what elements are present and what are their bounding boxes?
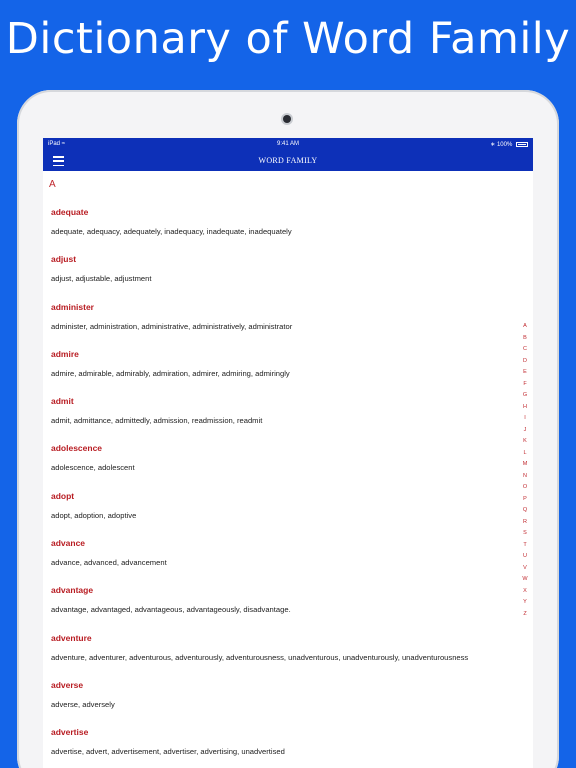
entry-word: adventure — [51, 632, 92, 643]
index-letter-f[interactable]: F — [521, 381, 529, 393]
list-item[interactable]: adopt adopt, adoption, adoptive — [51, 492, 521, 539]
entry-word-forms: adolescence, adolescent — [51, 463, 135, 473]
entry-word: adolescence — [51, 443, 103, 454]
entry-word-forms: adjust, adjustable, adjustment — [51, 274, 152, 284]
entry-word-forms: adequate, adequacy, adequately, inadequa… — [51, 227, 292, 236]
entry-word: administer — [51, 301, 94, 312]
list-item[interactable]: advantage advantage, advantaged, advantag… — [51, 586, 521, 633]
index-letter-w[interactable]: W — [521, 576, 529, 588]
promo-title: Dictionary of Word Family — [5, 14, 571, 64]
list-item[interactable]: advance advance, advanced, advancement — [51, 539, 521, 586]
entry-word: advertise — [51, 727, 89, 738]
status-time: 9:41 AM — [276, 141, 299, 147]
index-letter-b[interactable]: B — [521, 335, 529, 347]
index-letter-v[interactable]: V — [521, 565, 529, 577]
index-letter-n[interactable]: N — [521, 473, 529, 485]
entry-word: adverse — [51, 679, 84, 690]
index-letter-r[interactable]: R — [521, 519, 529, 531]
index-letter-a[interactable]: A — [521, 323, 529, 335]
index-letter-c[interactable]: C — [521, 346, 529, 358]
index-letter-i[interactable]: I — [521, 415, 529, 427]
entry-word: advantage — [51, 585, 94, 596]
index-letter-e[interactable]: E — [521, 369, 529, 381]
index-letter-x[interactable]: X — [521, 588, 529, 600]
index-letter-d[interactable]: D — [521, 358, 529, 370]
entry-word: admire — [51, 348, 79, 359]
list-item[interactable]: adolescence adolescence, adolescent — [51, 444, 521, 491]
list-item[interactable]: adjust adjust, adjustable, adjustment — [51, 255, 521, 302]
nav-bar: WORD FAMILY — [43, 151, 533, 171]
entry-word-forms: advertise, advert, advertisement, advert… — [51, 747, 285, 757]
index-letter-h[interactable]: H — [521, 404, 529, 416]
battery-icon — [516, 142, 528, 147]
status-right: ∗ 100% — [490, 141, 528, 148]
entry-word-forms: adopt, adoption, adoptive — [51, 510, 137, 520]
index-letter-k[interactable]: K — [521, 438, 529, 450]
index-letter-t[interactable]: T — [521, 542, 529, 554]
entry-word-forms: administer, administration, administrati… — [51, 321, 293, 331]
index-letter-s[interactable]: S — [521, 530, 529, 542]
list-item[interactable]: adequate adequate, adequacy, adequately, … — [51, 208, 521, 255]
index-letter-m[interactable]: M — [521, 461, 529, 473]
list-item[interactable]: adverse adverse, adversely — [51, 681, 521, 728]
bluetooth-icon: ∗ — [490, 142, 496, 148]
index-letter-j[interactable]: J — [521, 427, 529, 439]
list-item[interactable]: advertise advertise, advert, advertisemen… — [51, 728, 521, 768]
alphabet-index: ABCDEFGHIJKLMNOPQRSTUVWXYZ — [521, 323, 529, 622]
index-letter-l[interactable]: L — [521, 450, 529, 462]
index-letter-z[interactable]: Z — [521, 611, 529, 623]
entry-word: adopt — [51, 490, 75, 501]
nav-title: WORD FAMILY — [258, 156, 318, 165]
list-item[interactable]: admit admit, admittance, admittedly, admi… — [51, 397, 521, 444]
word-list: adequate adequate, adequacy, adequately, … — [51, 208, 521, 768]
entry-word: adequate — [51, 207, 89, 217]
battery-percent: 100% — [496, 142, 513, 148]
entry-word-forms: adverse, adversely — [51, 699, 115, 709]
index-letter-o[interactable]: O — [521, 484, 529, 496]
index-letter-p[interactable]: P — [521, 496, 529, 508]
entry-word-forms: adventure, adventurer, adventurous, adve… — [51, 652, 469, 662]
entry-word: advance — [51, 538, 86, 549]
entry-word-forms: advantage, advantaged, advantageous, adv… — [51, 605, 291, 615]
entry-word-forms: admit, admittance, admittedly, admission… — [51, 416, 263, 426]
camera-icon — [283, 115, 291, 123]
entry-word-forms: admire, admirable, admirably, admiration… — [51, 368, 290, 378]
section-header-letter: A — [49, 179, 56, 190]
index-letter-q[interactable]: Q — [521, 507, 529, 519]
index-letter-g[interactable]: G — [521, 392, 529, 404]
app-screen: iPad ≈ 9:41 AM ∗ 100% WORD FAMILY A adeq… — [43, 138, 533, 768]
entry-word: admit — [51, 396, 74, 407]
list-item[interactable]: admire admire, admirable, admirably, admi… — [51, 350, 521, 397]
index-letter-u[interactable]: U — [521, 553, 529, 565]
index-letter-y[interactable]: Y — [521, 599, 529, 611]
entry-word: adjust — [51, 254, 77, 265]
status-bar: iPad ≈ 9:41 AM ∗ 100% — [43, 138, 533, 151]
entry-word-forms: advance, advanced, advancement — [51, 558, 167, 568]
list-item[interactable]: administer administer, administration, ad… — [51, 301, 521, 350]
list-item[interactable]: adventure adventure, adventurer, adventur… — [51, 632, 521, 681]
